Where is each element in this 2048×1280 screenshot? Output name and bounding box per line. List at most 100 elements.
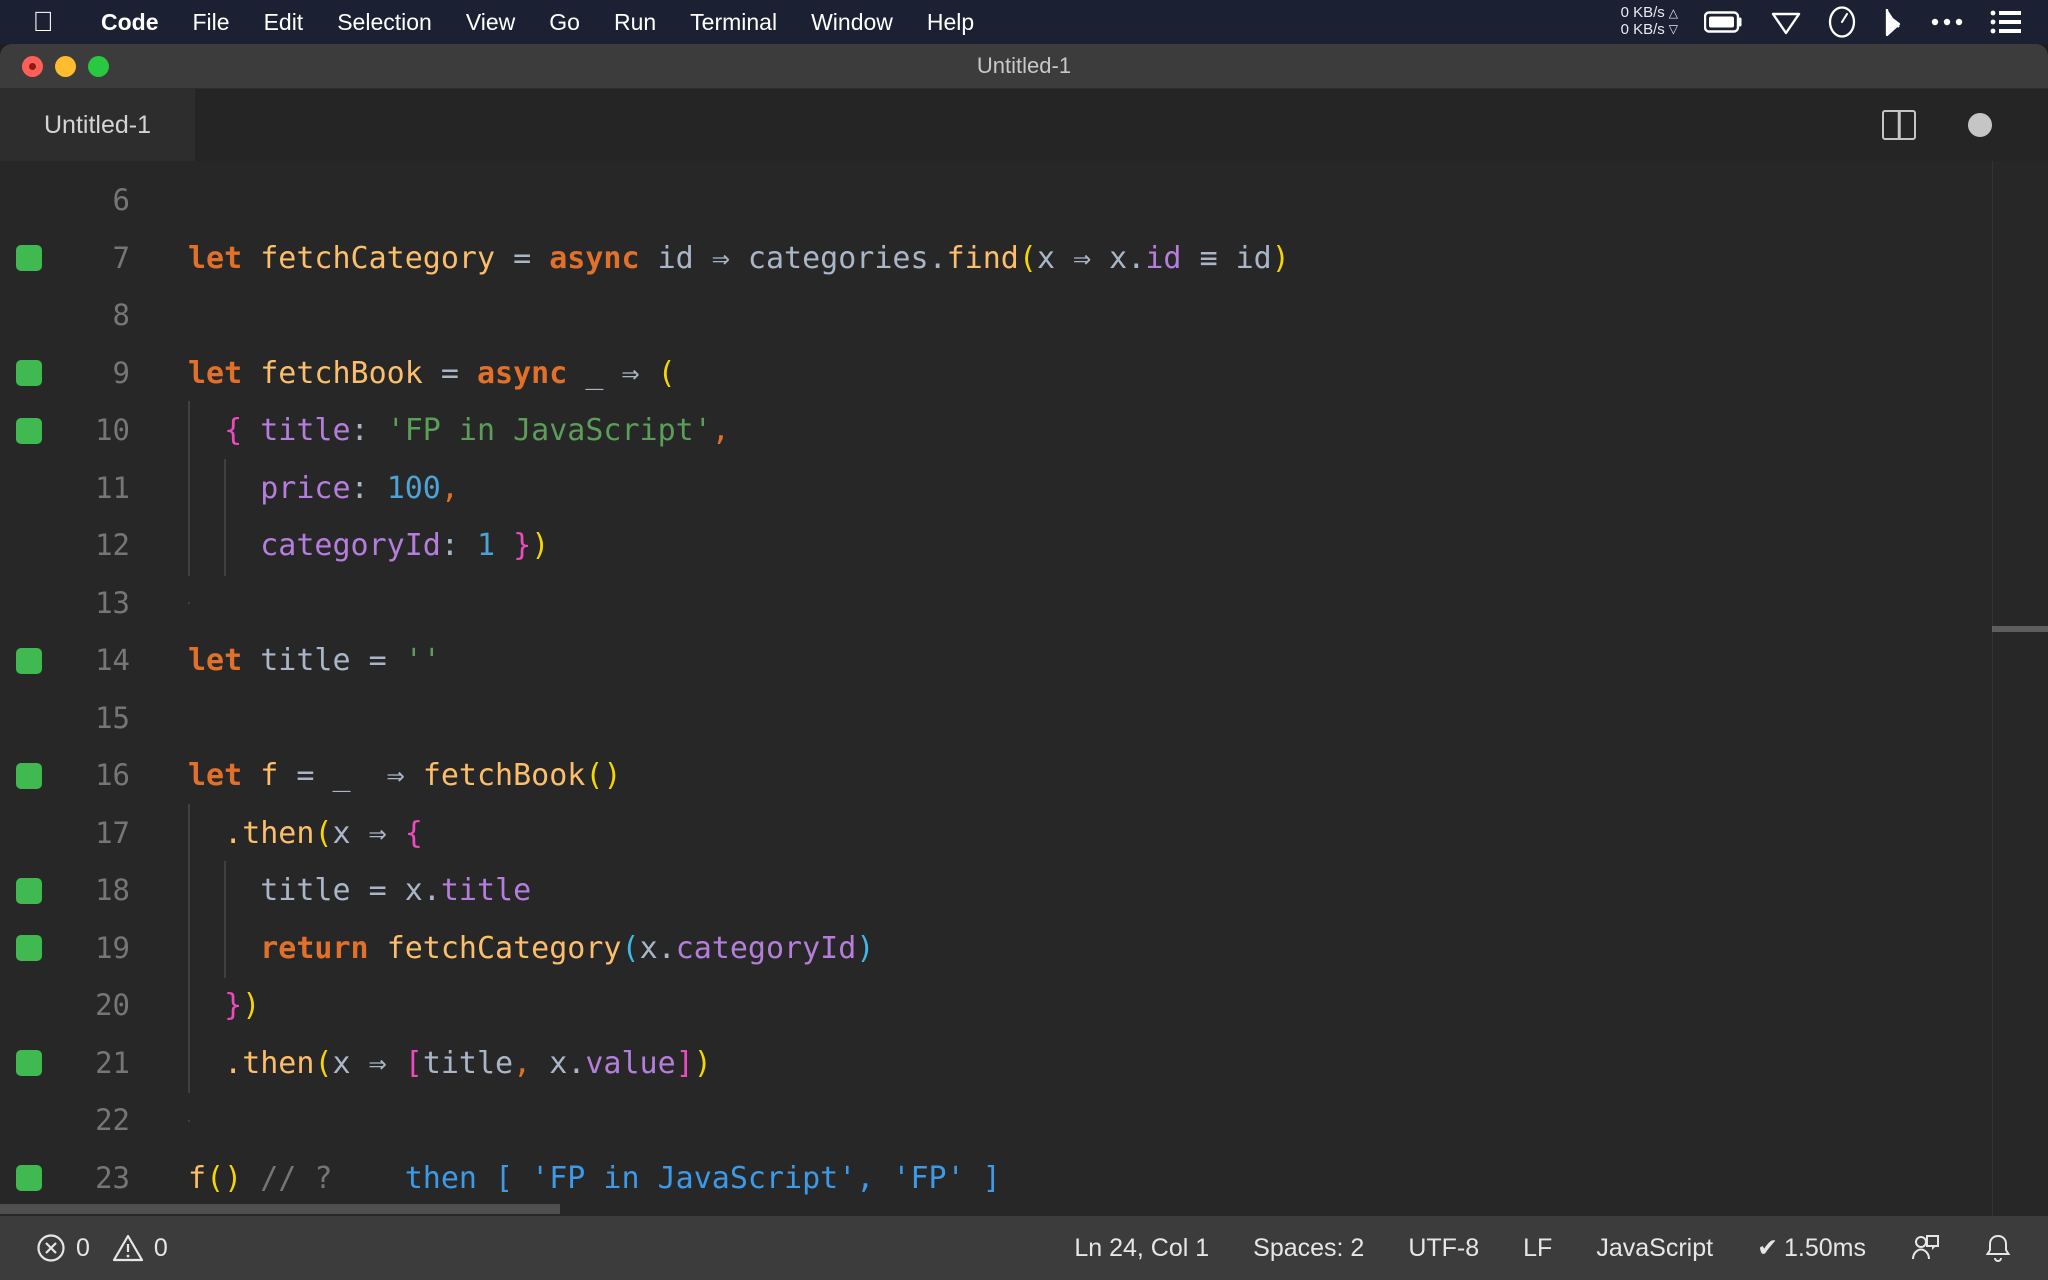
code-lines[interactable]: 67let fetchCategory = async id ⇒ categor… [0,161,2048,1216]
line-content[interactable]: .then(x ⇒ [title, x.value]) [130,1035,2048,1093]
token-prop: categoryId [676,931,857,966]
vscode-window: Untitled-1 Untitled-1 67let fetchCategor… [0,44,2048,1280]
code-line[interactable]: 15 [0,690,2048,748]
run-marker-icon[interactable] [0,763,58,789]
encoding-setting[interactable]: UTF-8 [1386,1234,1501,1263]
macos-menu-bar:  CodeFileEditSelectionViewGoRunTerminal… [0,0,2048,44]
menu-item-edit[interactable]: Edit [247,9,321,36]
run-marker-icon[interactable] [0,878,58,904]
horizontal-scrollbar-thumb[interactable] [0,1204,560,1214]
code-line[interactable]: 22 [0,1092,2048,1150]
apple-logo-icon[interactable]:  [30,7,56,37]
code-line[interactable]: 10 { title: 'FP in JavaScript', [0,402,2048,460]
menu-item-help[interactable]: Help [910,9,991,36]
code-line[interactable]: 19 return fetchCategory(x.categoryId) [0,920,2048,978]
split-editor-icon[interactable] [1882,110,1916,140]
close-button[interactable] [22,56,43,77]
code-line[interactable]: 9let fetchBook = async _ ⇒ ( [0,345,2048,403]
line-number: 12 [58,517,130,575]
notifications-button[interactable] [1962,1233,2012,1263]
editor-tab-bar: Untitled-1 [0,89,2048,161]
run-marker-icon[interactable] [0,418,58,444]
line-content[interactable]: return fetchCategory(x.categoryId) [130,920,2048,978]
line-content[interactable]: price: 100, [130,460,2048,518]
token-plain: x [333,816,369,851]
run-marker-icon[interactable] [0,648,58,674]
code-editor[interactable]: 67let fetchCategory = async id ⇒ categor… [0,161,2048,1216]
minimap-slider[interactable] [1992,626,2048,632]
line-content[interactable]: let fetchCategory = async id ⇒ categorie… [130,230,2048,288]
code-line[interactable]: 18 title = x.title [0,862,2048,920]
menu-item-view[interactable]: View [449,9,532,36]
run-marker-icon[interactable] [0,1050,58,1076]
warning-triangle-icon [112,1233,144,1263]
menu-item-run[interactable]: Run [597,9,673,36]
code-line[interactable]: 14let title = '' [0,632,2048,690]
code-line[interactable]: 12 categoryId: 1 }) [0,517,2048,575]
problems-status[interactable]: 0 0 [36,1233,190,1263]
token-b1: ) [224,1161,242,1196]
code-line[interactable]: 7let fetchCategory = async id ⇒ categori… [0,230,2048,288]
live-share-button[interactable] [1888,1233,1962,1263]
check-icon: ✔ [1757,1233,1778,1263]
code-line[interactable]: 16let f = _ ⇒ fetchBook() [0,747,2048,805]
code-line[interactable]: 13 [0,575,2048,633]
token-plain [188,1046,224,1081]
runtime-status[interactable]: ✔ 1.50ms [1735,1233,1888,1263]
token-b1: ) [1272,241,1290,276]
horizontal-scrollbar[interactable] [0,1202,2048,1216]
menu-item-code[interactable]: Code [84,9,176,36]
line-content[interactable]: let fetchBook = async _ ⇒ ( [130,345,2048,403]
code-line[interactable]: 23f() // ? then [ 'FP in JavaScript', 'F… [0,1150,2048,1208]
run-marker-icon[interactable] [0,360,58,386]
token-b1: ( [658,356,676,391]
line-content[interactable]: let title = '' [130,632,2048,690]
code-line[interactable]: 8 [0,287,2048,345]
token-plain [188,988,224,1023]
menu-item-terminal[interactable]: Terminal [673,9,794,36]
unsaved-indicator-icon[interactable] [1968,113,1992,137]
tab-label: Untitled-1 [44,111,151,140]
minimize-button[interactable] [55,56,76,77]
token-plain [640,356,658,391]
code-line[interactable]: 6 [0,172,2048,230]
line-content[interactable]: title = x.title [130,862,2048,920]
menu-item-window[interactable]: Window [794,9,910,36]
code-line[interactable]: 11 price: 100, [0,460,2048,518]
code-line[interactable]: 21 .then(x ⇒ [title, x.value]) [0,1035,2048,1093]
token-plain: . [1127,241,1145,276]
line-number: 19 [58,920,130,978]
token-str: 'FP in JavaScript' [387,413,712,448]
clock-icon[interactable] [1828,6,1856,38]
list-menu-icon[interactable] [1990,9,2022,35]
line-content[interactable]: f() // ? then [ 'FP in JavaScript', 'FP'… [130,1150,2048,1208]
language-mode[interactable]: JavaScript [1574,1234,1735,1263]
menu-item-selection[interactable]: Selection [320,9,449,36]
line-content[interactable]: }) [130,977,2048,1035]
indentation-setting[interactable]: Spaces: 2 [1231,1234,1386,1263]
minimap[interactable] [1992,161,2048,1216]
run-marker-icon[interactable] [0,1165,58,1191]
line-content[interactable]: { title: 'FP in JavaScript', [130,402,2048,460]
cursor-position[interactable]: Ln 24, Col 1 [1052,1234,1231,1263]
zoom-button[interactable] [88,56,109,77]
line-content[interactable]: .then(x ⇒ { [130,805,2048,863]
run-marker-icon[interactable] [0,245,58,271]
wifi-icon[interactable] [1770,8,1802,36]
tab-bar-actions [1882,89,2048,161]
run-marker-icon[interactable] [0,935,58,961]
battery-icon[interactable] [1704,10,1744,34]
menu-item-go[interactable]: Go [532,9,597,36]
indent-guide [188,919,190,979]
token-b1: ( [585,758,603,793]
eol-setting[interactable]: LF [1501,1234,1574,1263]
code-line[interactable]: 17 .then(x ⇒ { [0,805,2048,863]
code-line[interactable]: 20 }) [0,977,2048,1035]
bluetooth-icon[interactable] [1882,6,1904,38]
control-center-more-icon[interactable] [1930,16,1964,28]
token-b2: ( [622,931,640,966]
tab-untitled-1[interactable]: Untitled-1 [0,89,195,161]
line-content[interactable]: categoryId: 1 }) [130,517,2048,575]
menu-item-file[interactable]: File [176,9,247,36]
line-content[interactable]: let f = _ ⇒ fetchBook() [130,747,2048,805]
